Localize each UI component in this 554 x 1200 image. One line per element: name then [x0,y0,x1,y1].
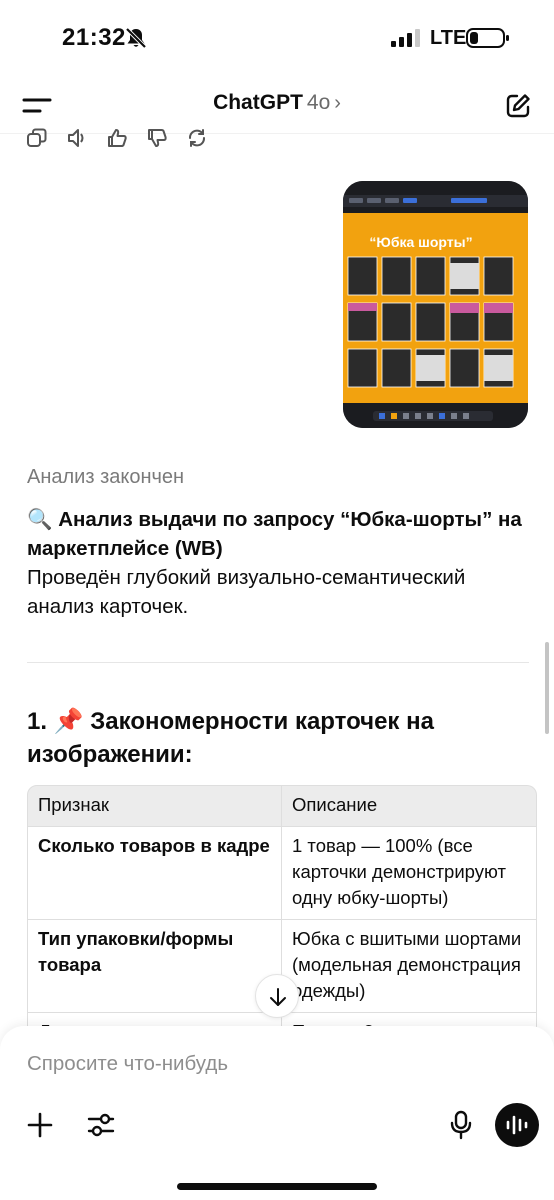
response-body: Проведён глубокий визуально-семантически… [27,566,466,618]
magnifier-icon: 🔍 [27,508,53,531]
battery-icon [466,28,509,48]
voice-mode-button[interactable] [495,1103,539,1147]
network-type: LTE [430,27,467,49]
microphone-icon[interactable] [449,1110,473,1140]
tools-icon[interactable] [87,1112,115,1138]
table-cell: Тип упаковки/формы товара [27,920,282,1013]
user-attached-image[interactable]: “Юбка шорты” [343,181,528,428]
scrollbar[interactable] [545,642,549,734]
read-aloud-icon[interactable] [66,126,88,150]
app-title: ChatGPT [213,91,303,114]
divider [27,662,529,663]
section-title: 1. 📌 Закономерности карточек на изображе… [27,708,434,768]
new-chat-icon[interactable] [504,92,532,120]
status-time: 21:32 [62,24,126,51]
bell-slash-icon [125,27,147,49]
image-banner-text: “Юбка шорты” [369,234,472,250]
message-input[interactable]: Спросите что-нибудь [27,1052,228,1076]
message-actions [26,126,208,150]
model-version: 4o [306,91,331,114]
model-selector[interactable]: ChatGPT 4o › [0,91,554,115]
plus-icon[interactable] [27,1112,53,1138]
chevron-right-icon: › [334,92,341,114]
table-header-cell: Признак [27,785,282,827]
analysis-status: Анализ закончен [27,466,185,488]
voice-mode-icon [506,1115,528,1135]
thumbs-up-icon[interactable] [106,126,128,150]
scroll-down-button[interactable] [255,974,299,1018]
thumbs-down-icon[interactable] [146,126,168,150]
table-cell: Сколько товаров в кадре [27,827,282,920]
regenerate-icon[interactable] [186,126,208,150]
status-bar: 21:32 LTE [0,0,554,78]
composer: Спросите что-нибудь [0,1026,554,1200]
table-cell: 1 товар — 100% (все карточки демонстриру… [282,827,537,920]
signal-icon [391,29,420,47]
home-indicator [177,1183,377,1190]
arrow-down-icon [270,988,286,1006]
screenshot-thumbnail: “Юбка шорты” [343,181,528,428]
response-heading-text: Анализ выдачи по запросу “Юбка-шорты” на… [27,508,522,560]
table-header-row: Признак Описание [27,785,537,827]
table-header-cell: Описание [282,785,537,827]
copy-icon[interactable] [26,126,48,150]
table-cell: Юбка с вшитыми шортами (модельная демонс… [282,920,537,1013]
table-row: Сколько товаров в кадре 1 товар — 100% (… [27,827,537,920]
response-heading: 🔍 Анализ выдачи по запросу “Юбка-шорты” … [27,505,527,563]
